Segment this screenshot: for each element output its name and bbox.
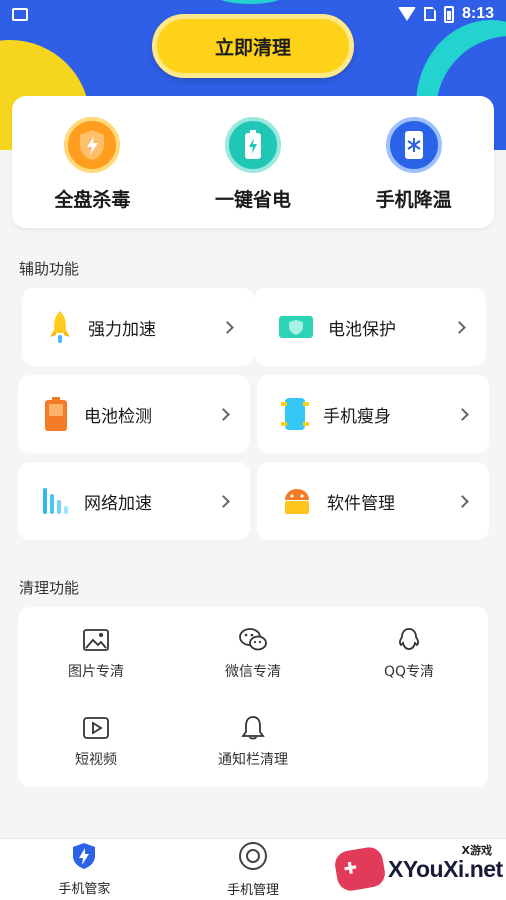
cleanup-item-notification[interactable]: 通知栏清理 (193, 715, 313, 769)
watermark-tag: X游戏 (461, 844, 492, 857)
bell-icon (239, 715, 267, 741)
chevron-right-icon (217, 494, 230, 508)
cleanup-item-label: QQ专清 (383, 664, 435, 680)
assist-item-battery-check[interactable]: 电池检测 (18, 375, 250, 453)
nav-tab-label: 手机管理 (227, 883, 280, 898)
chevron-right-icon (217, 407, 230, 421)
assist-item-app-manager[interactable]: 软件管理 (257, 462, 489, 540)
watermark-logo: XYouXi.net X游戏 (332, 838, 506, 900)
cleanup-item-label: 微信专清 (225, 664, 281, 680)
wifi-icon (397, 7, 416, 21)
assist-item-label: 网络加速 (84, 493, 152, 514)
top-feature-card: 全盘杀毒 一键省电 手机降温 (12, 96, 494, 228)
cleanup-item-short-video[interactable]: 短视频 (36, 715, 156, 769)
chevron-right-icon (456, 407, 469, 421)
feature-power-save[interactable]: 一键省电 (183, 116, 323, 212)
image-icon (82, 627, 110, 653)
signal-bars-icon (42, 483, 70, 519)
feature-phone-cool[interactable]: 手机降温 (344, 116, 484, 212)
assist-item-network-boost[interactable]: 网络加速 (18, 462, 250, 540)
chevron-right-icon (453, 320, 466, 334)
rocket-icon (46, 309, 74, 345)
cleanup-item-label: 通知栏清理 (218, 752, 288, 768)
battery-power-icon (224, 116, 281, 173)
battery-shield-icon (278, 309, 314, 345)
phone-cool-icon (385, 116, 442, 173)
gamepad-icon (332, 845, 388, 893)
nav-tab-label: 手机管家 (58, 882, 111, 897)
feature-label: 手机降温 (375, 188, 452, 211)
cleanup-item-wechat[interactable]: 微信专清 (193, 627, 313, 681)
feature-label: 一键省电 (214, 188, 291, 211)
chevron-right-icon (221, 320, 234, 334)
android-icon (281, 483, 313, 519)
assist-section-title: 辅助功能 (19, 260, 80, 278)
assist-item-label: 强力加速 (88, 319, 156, 340)
play-icon (82, 715, 110, 741)
assist-item-battery-protect[interactable]: 电池保护 (254, 288, 486, 366)
assist-item-label: 手机瘦身 (323, 406, 391, 427)
feature-full-antivirus[interactable]: 全盘杀毒 (22, 116, 162, 212)
cleanup-card: 图片专清 微信专清 QQ专清 短视频 通知栏清理 (18, 607, 488, 787)
shield-bolt-icon (71, 842, 97, 874)
status-time: 8:13 (461, 5, 494, 22)
assist-item-phone-slim[interactable]: 手机瘦身 (257, 375, 489, 453)
qq-icon (395, 627, 423, 653)
nav-tab-phone-butler[interactable]: 手机管家 (0, 839, 169, 900)
sim-icon (423, 7, 436, 21)
wechat-icon (237, 627, 269, 653)
circle-target-icon (238, 841, 268, 875)
phone-slim-icon (281, 396, 309, 432)
cleanup-section-title: 清理功能 (19, 579, 80, 597)
assist-item-label: 电池检测 (84, 406, 152, 427)
cleanup-item-label: 图片专清 (68, 664, 124, 680)
cleanup-item-label: 短视频 (75, 752, 117, 768)
watermark-brand: XYouXi.net (388, 855, 503, 882)
assist-item-label: 电池保护 (328, 319, 396, 340)
gallery-notification-icon (12, 7, 28, 21)
clean-now-button[interactable]: 立即清理 (152, 14, 354, 78)
battery-check-icon (42, 396, 70, 432)
chevron-right-icon (456, 494, 469, 508)
battery-icon (443, 5, 454, 23)
nav-tab-phone-manage[interactable]: 手机管理 (169, 839, 338, 900)
assist-item-label: 软件管理 (327, 493, 395, 514)
virus-shield-icon (64, 116, 121, 173)
cleanup-item-qq[interactable]: QQ专清 (349, 627, 469, 681)
assist-item-boost[interactable]: 强力加速 (22, 288, 254, 366)
feature-label: 全盘杀毒 (54, 188, 131, 211)
cleanup-item-images[interactable]: 图片专清 (36, 627, 156, 681)
